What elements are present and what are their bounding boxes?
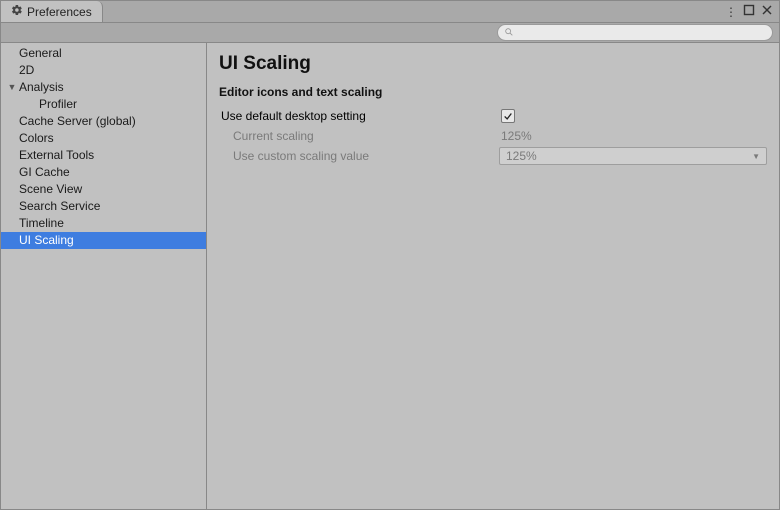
chevron-down-icon: ▼ xyxy=(752,152,760,161)
sidebar-item-scene-view[interactable]: Scene View xyxy=(1,181,206,198)
sidebar-item-label: External Tools xyxy=(19,148,94,163)
field-current-scaling: Current scaling 125% xyxy=(219,127,767,145)
main-panel: UI Scaling Editor icons and text scaling… xyxy=(207,43,779,509)
maximize-icon[interactable] xyxy=(743,4,755,19)
field-custom-scaling: Use custom scaling value 125% ▼ xyxy=(219,147,767,165)
current-scaling-value: 125% xyxy=(501,129,532,143)
gear-icon xyxy=(11,4,23,19)
sidebar-item-2d[interactable]: 2D xyxy=(1,62,206,79)
toolbar xyxy=(1,23,779,43)
use-default-label: Use default desktop setting xyxy=(219,109,501,123)
sidebar-item-ui-scaling[interactable]: UI Scaling xyxy=(1,232,206,249)
use-default-checkbox[interactable] xyxy=(501,109,515,123)
sidebar-item-label: Cache Server (global) xyxy=(19,114,136,129)
titlebar: Preferences ⋮ xyxy=(1,1,779,23)
sidebar-item-label: Profiler xyxy=(39,97,77,112)
checkmark-icon xyxy=(503,111,513,121)
sidebar-item-external-tools[interactable]: External Tools xyxy=(1,147,206,164)
tab-preferences[interactable]: Preferences xyxy=(1,1,103,22)
sidebar-item-profiler[interactable]: Profiler xyxy=(1,96,206,113)
sidebar: General 2D ▼Analysis Profiler Cache Serv… xyxy=(1,43,207,509)
sidebar-item-general[interactable]: General xyxy=(1,45,206,62)
custom-scaling-dropdown: 125% ▼ xyxy=(499,147,767,165)
close-icon[interactable] xyxy=(761,4,773,19)
field-use-default: Use default desktop setting xyxy=(219,107,767,125)
sidebar-item-label: Search Service xyxy=(19,199,100,214)
search-box[interactable] xyxy=(497,24,773,41)
custom-scaling-label: Use custom scaling value xyxy=(219,149,499,163)
sidebar-item-colors[interactable]: Colors xyxy=(1,130,206,147)
dropdown-value: 125% xyxy=(506,149,537,163)
search-input[interactable] xyxy=(514,27,766,39)
disclosure-triangle-icon: ▼ xyxy=(7,80,17,95)
preferences-window: Preferences ⋮ General 2D ▼Analysis Profi… xyxy=(0,0,780,510)
sidebar-item-label: Analysis xyxy=(19,80,64,95)
sidebar-item-label: UI Scaling xyxy=(19,233,74,248)
search-icon xyxy=(504,24,514,42)
body: General 2D ▼Analysis Profiler Cache Serv… xyxy=(1,43,779,509)
sidebar-item-timeline[interactable]: Timeline xyxy=(1,215,206,232)
page-title: UI Scaling xyxy=(219,53,767,75)
titlebar-controls: ⋮ xyxy=(725,4,779,19)
menu-icon[interactable]: ⋮ xyxy=(725,5,737,19)
current-scaling-label: Current scaling xyxy=(219,129,501,143)
sidebar-item-search-service[interactable]: Search Service xyxy=(1,198,206,215)
sidebar-item-gi-cache[interactable]: GI Cache xyxy=(1,164,206,181)
section-title: Editor icons and text scaling xyxy=(219,85,767,99)
sidebar-item-label: Timeline xyxy=(19,216,64,231)
sidebar-item-label: GI Cache xyxy=(19,165,70,180)
sidebar-item-label: Colors xyxy=(19,131,54,146)
sidebar-item-label: Scene View xyxy=(19,182,82,197)
sidebar-item-analysis[interactable]: ▼Analysis xyxy=(1,79,206,96)
tab-title: Preferences xyxy=(27,5,92,19)
sidebar-item-label: 2D xyxy=(19,63,34,78)
sidebar-item-cache-server[interactable]: Cache Server (global) xyxy=(1,113,206,130)
sidebar-item-label: General xyxy=(19,46,62,61)
